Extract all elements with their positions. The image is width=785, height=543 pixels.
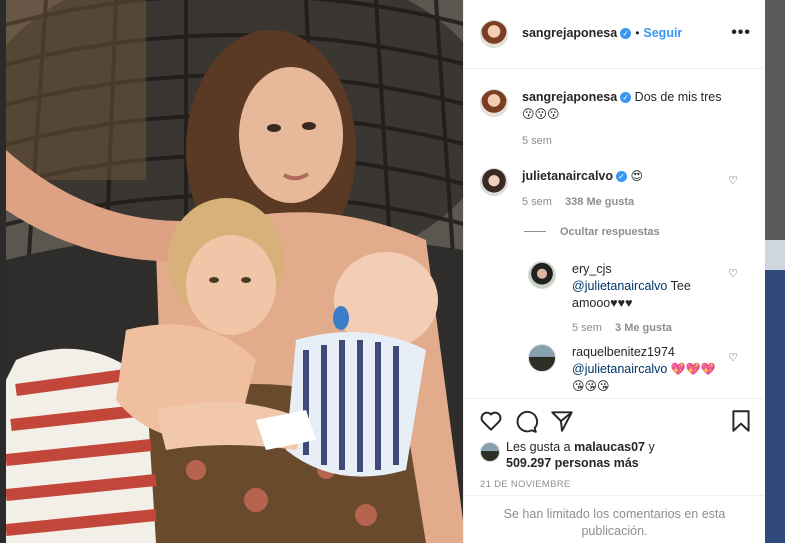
background-right xyxy=(764,0,785,543)
reply-likes[interactable]: 3 Me gusta xyxy=(615,322,672,334)
reply-username[interactable]: raquelbenitez1974 xyxy=(572,345,675,359)
hide-replies-label: Ocultar respuestas xyxy=(560,226,660,238)
bookmark-icon[interactable] xyxy=(728,408,754,434)
caption: sangrejaponesa ✓ Dos de mis tres 😗😗😗 5 se… xyxy=(522,89,747,147)
post-panel: sangrejaponesa ✓ • Seguir ••• sangrejapones… xyxy=(463,0,765,543)
reply-time[interactable]: 5 sem xyxy=(572,322,602,334)
likes-prefix: Les gusta a xyxy=(506,440,571,454)
author-line: sangrejaponesa ✓ • Seguir xyxy=(522,26,682,40)
comment-item: julietanaircalvo ✓ 😍 5 sem 338 Me gusta xyxy=(522,168,722,208)
more-options-icon[interactable]: ••• xyxy=(731,24,751,42)
caption-time[interactable]: 5 sem xyxy=(522,135,747,147)
reply-mention[interactable]: @julietanaircalvo xyxy=(572,279,667,293)
comment-text: 😍 xyxy=(630,169,644,183)
caption-text: Dos de mis tres xyxy=(634,90,722,104)
comment-username[interactable]: julietanaircalvo xyxy=(522,169,613,183)
likes-user[interactable]: malaucas07 xyxy=(574,440,645,454)
limited-line-1: Se han limitado los comentarios en esta xyxy=(503,507,726,521)
comment-avatar[interactable] xyxy=(480,168,508,196)
likes-summary: Les gusta a malaucas07 y xyxy=(506,440,655,454)
caption-emojis: 😗😗😗 xyxy=(522,107,560,121)
reply-username[interactable]: ery_cjs xyxy=(572,262,612,276)
verified-badge-icon: ✓ xyxy=(616,171,628,183)
author-username[interactable]: sangrejaponesa xyxy=(522,26,617,40)
likes-and: y xyxy=(648,440,655,454)
actions-divider xyxy=(464,398,765,399)
likes-count-line[interactable]: 509.297 personas más xyxy=(506,456,639,470)
heart-icon[interactable]: ♡ xyxy=(727,175,739,187)
heart-icon[interactable]: ♡ xyxy=(727,268,739,280)
reply-avatar[interactable] xyxy=(528,261,556,289)
comment-likes[interactable]: 338 Me gusta xyxy=(565,196,634,208)
post-header: sangrejaponesa ✓ • Seguir ••• xyxy=(464,0,765,69)
hide-replies-toggle[interactable]: Ocultar respuestas xyxy=(524,224,660,238)
reply-text: 💖💖💖 xyxy=(670,362,716,376)
heart-icon[interactable] xyxy=(478,408,504,434)
limited-line-2: publicación. xyxy=(581,524,648,538)
verified-badge-icon: ✓ xyxy=(620,92,632,104)
comments-limited-notice: Se han limitado los comentarios en esta … xyxy=(464,495,765,543)
post-date[interactable]: 21 DE NOVIEMBRE xyxy=(480,479,571,490)
reply-item: ery_cjs @julietanaircalvo Tee amooo♥♥♥ 5… xyxy=(572,261,722,334)
reply-avatar[interactable] xyxy=(528,344,556,372)
divider-line xyxy=(524,231,546,233)
verified-badge-icon: ✓ xyxy=(620,28,632,40)
comment-time[interactable]: 5 sem xyxy=(522,196,552,208)
reply-item: raquelbenitez1974 @julietanaircalvo 💖💖💖 … xyxy=(572,344,722,395)
caption-username[interactable]: sangrejaponesa xyxy=(522,90,617,104)
heart-icon[interactable]: ♡ xyxy=(727,352,739,364)
reply-mention[interactable]: @julietanaircalvo xyxy=(572,362,667,376)
photo-illustration xyxy=(6,0,463,543)
author-avatar[interactable] xyxy=(480,20,508,48)
post-photo[interactable] xyxy=(6,0,463,543)
share-icon[interactable] xyxy=(549,408,575,434)
separator-dot: • xyxy=(635,26,640,40)
reply-text-2: 😘😘😘 xyxy=(572,379,610,393)
follow-button[interactable]: Seguir xyxy=(643,26,682,40)
comment-icon[interactable] xyxy=(513,408,539,434)
caption-avatar[interactable] xyxy=(480,89,508,117)
likes-count[interactable]: 509.297 personas más xyxy=(506,456,639,470)
liker-avatar[interactable] xyxy=(480,442,500,462)
